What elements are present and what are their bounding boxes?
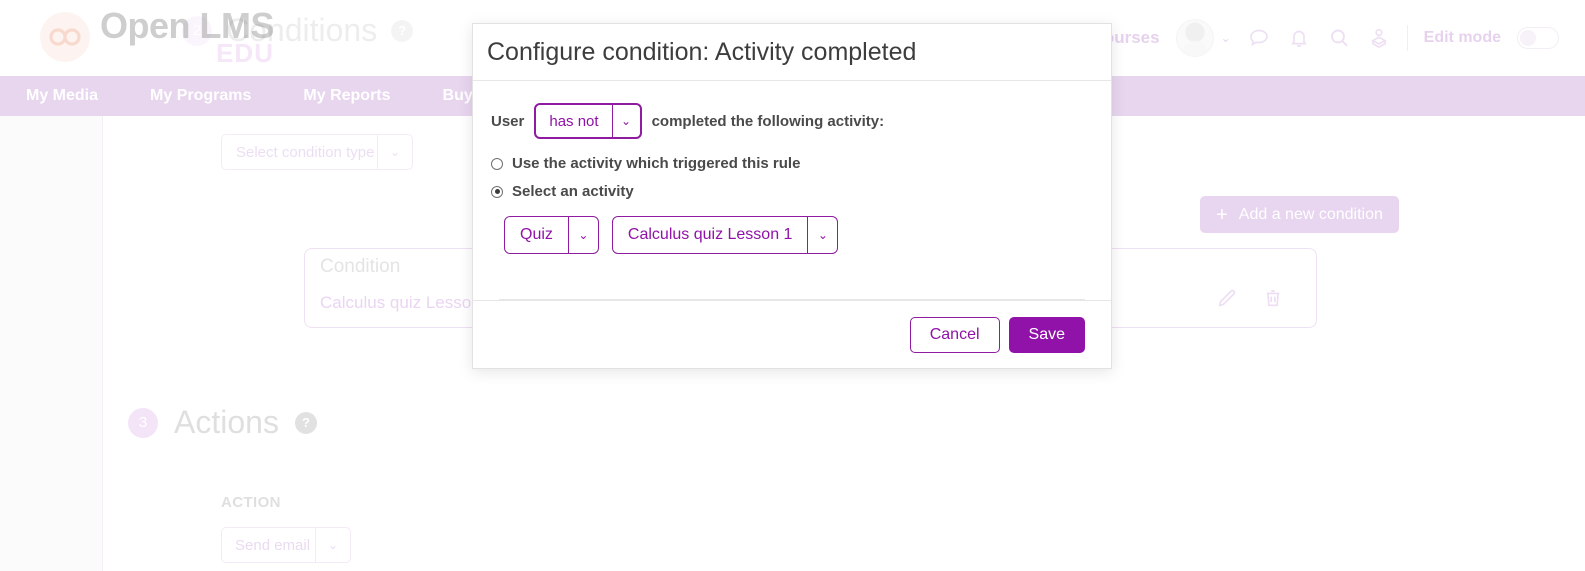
help-icon[interactable]: ? [294,411,317,434]
nav-item-my-programs[interactable]: My Programs [124,87,277,105]
edit-mode-toggle[interactable] [1517,27,1559,49]
user-menu[interactable]: ⌄ [1175,19,1231,57]
site-logo[interactable]: Open LMS EDU [40,8,275,67]
edit-mode-label: Edit mode [1423,29,1501,46]
activity-type-value: Quiz [520,226,553,243]
activity-name-value: Calculus quiz Lesson 1 [627,226,793,243]
user-condition-row: User has not ⌄ completed the following a… [491,103,1093,139]
pencil-icon[interactable] [1216,287,1238,314]
chevron-down-icon[interactable]: ⌄ [315,528,350,562]
header-right-cluster: My Courses ⌄ [1063,0,1559,76]
action-select-value: Send email [235,536,311,554]
radio-icon[interactable] [491,157,503,170]
modal-footer: Cancel Save [473,300,1111,368]
bell-icon[interactable] [1287,26,1311,50]
actions-title: Actions [174,404,279,440]
cancel-button[interactable]: Cancel [909,316,1000,353]
condition-card-title: Condition [320,256,401,277]
radio-option-triggered-activity[interactable]: Use the activity which triggered this ru… [491,155,1093,172]
avatar[interactable] [1175,19,1214,57]
chevron-down-icon[interactable]: ⌄ [611,105,640,137]
add-new-condition-label: Add a new condition [1238,205,1383,223]
radio-icon-selected[interactable] [491,185,503,198]
radio-label-triggered: Use the activity which triggered this ru… [512,155,801,172]
user-condition-value: has not [549,112,599,130]
user-condition-select[interactable]: has not ⌄ [534,103,642,139]
condition-type-value: Select condition type [236,143,375,161]
page-root: 2 Conditions ? Open LMS EDU My Courses ⌄ [0,0,1585,571]
chevron-down-icon[interactable]: ⌄ [567,217,598,253]
trash-icon[interactable] [1262,287,1284,314]
configure-condition-modal: Configure condition: Activity completed … [472,23,1112,369]
action-select[interactable]: Send email ⌄ [221,527,351,563]
radio-label-select-activity: Select an activity [512,183,634,200]
nav-item-my-reports[interactable]: My Reports [277,87,416,105]
condition-type-select[interactable]: Select condition type ⌄ [221,134,413,170]
activity-select-row: Quiz ⌄ Calculus quiz Lesson 1 ⌄ [504,216,1093,254]
user-label: User [491,112,525,130]
message-icon[interactable] [1247,26,1271,50]
chevron-down-icon[interactable]: ⌄ [377,135,412,169]
chevron-down-icon[interactable]: ⌄ [1221,31,1231,45]
sentence-tail: completed the following activity: [651,112,885,130]
logo-infinity-icon [40,12,90,62]
header-divider [1406,25,1408,51]
actions-section-heading: 3 Actions ? [128,404,317,441]
action-field-label: ACTION [221,494,281,511]
condition-card-subtitle: Calculus quiz Lesson 1 [320,293,495,312]
activity-name-select[interactable]: Calculus quiz Lesson 1 ⌄ [611,216,839,254]
help-icon[interactable]: ? [391,19,414,42]
modal-body: User has not ⌄ completed the following a… [473,81,1111,254]
logo-text: Open LMS EDU [100,8,275,67]
nav-item-my-media[interactable]: My Media [0,87,124,105]
modal-header: Configure condition: Activity completed [473,24,1111,81]
add-new-condition-button[interactable]: + Add a new condition [1200,196,1399,233]
modal-title: Configure condition: Activity completed [487,37,917,66]
plus-icon: + [1216,203,1228,226]
left-rail [0,116,103,571]
save-button[interactable]: Save [1008,316,1085,353]
actions-step-number: 3 [128,407,158,438]
accessibility-icon[interactable] [1367,26,1391,50]
condition-card-actions [1216,287,1284,314]
activity-type-select[interactable]: Quiz ⌄ [504,216,599,254]
chevron-down-icon[interactable]: ⌄ [807,217,837,253]
radio-option-select-activity[interactable]: Select an activity [491,183,1093,200]
search-icon[interactable] [1327,26,1351,50]
toggle-knob [1520,30,1536,46]
